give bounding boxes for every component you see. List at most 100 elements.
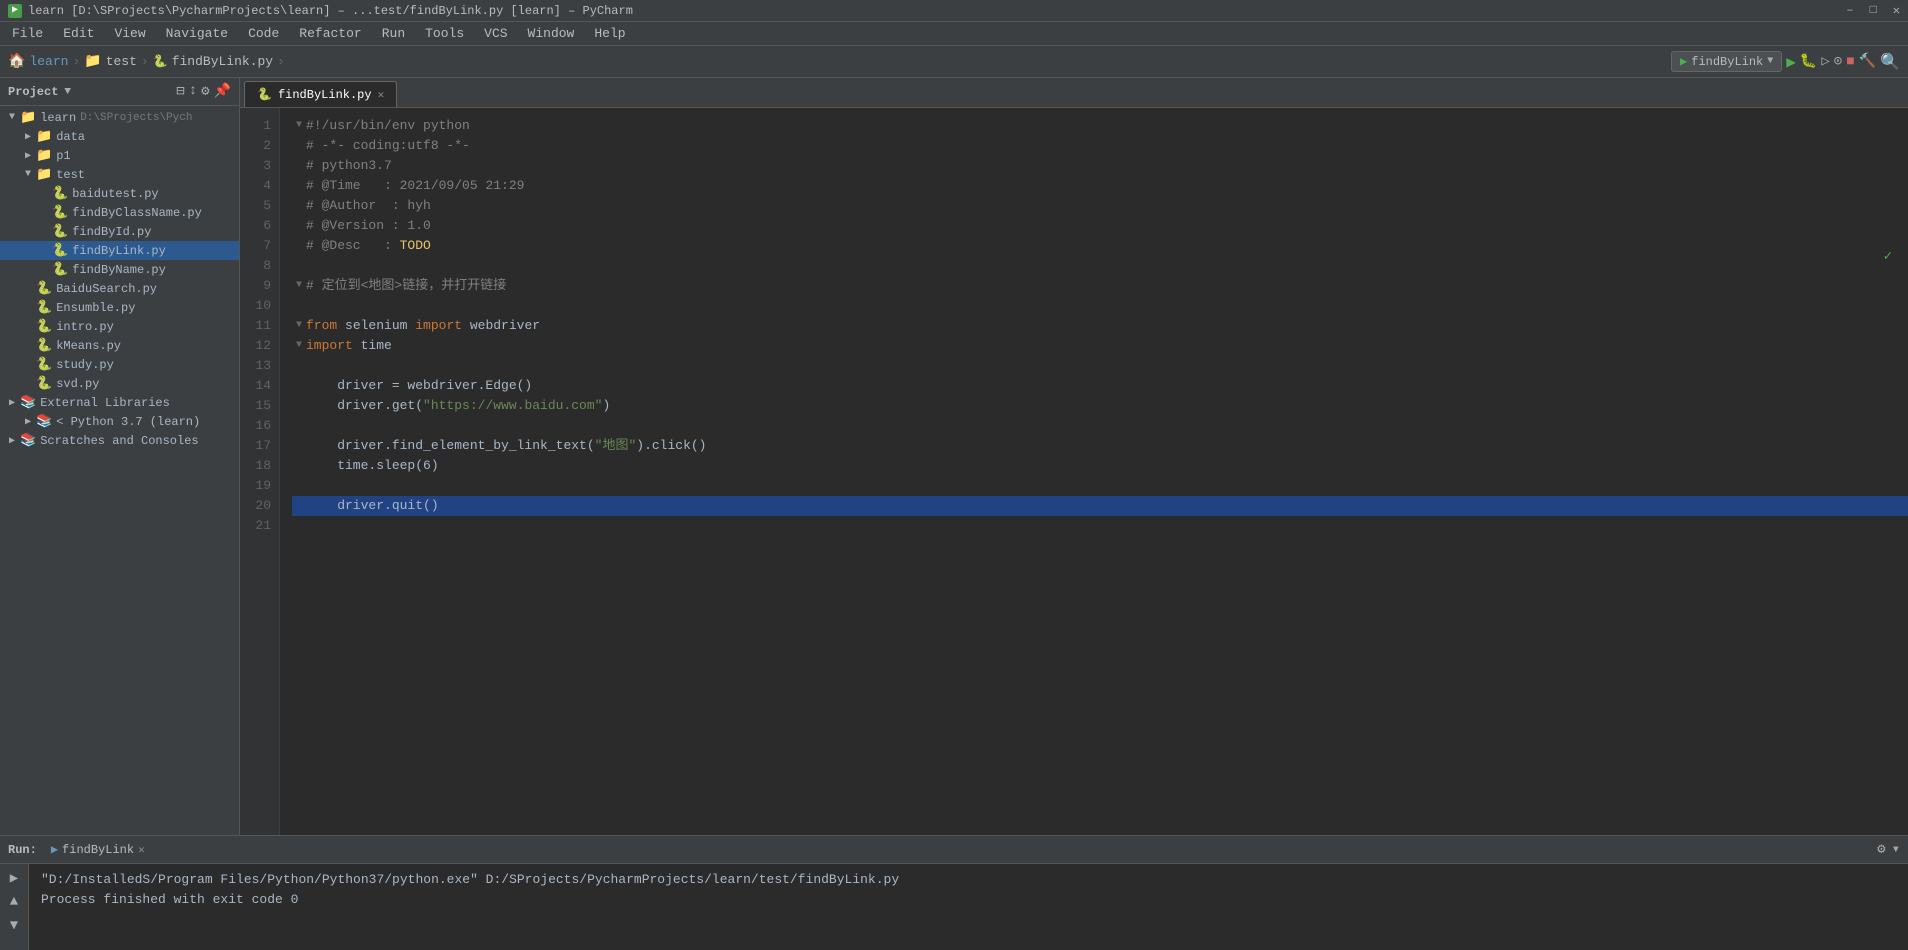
pin-icon[interactable]: 📌 <box>214 83 231 100</box>
tree-arrow[interactable]: ▼ <box>20 169 36 180</box>
fold-arrow-active[interactable]: ▼ <box>292 319 306 333</box>
menu-run[interactable]: Run <box>374 24 413 43</box>
tab-close-btn[interactable]: ✕ <box>378 88 385 102</box>
lib-icon: 📚 <box>20 395 36 410</box>
build-button[interactable]: 🔨 <box>1859 53 1876 70</box>
minimize-btn[interactable]: – <box>1846 3 1853 18</box>
breadcrumb-test[interactable]: test <box>106 54 137 69</box>
code-line <box>292 256 1908 276</box>
maximize-btn[interactable]: □ <box>1870 3 1877 18</box>
collapse-all-icon[interactable]: ⊟ <box>176 83 184 100</box>
code-line <box>292 516 1908 536</box>
rerun-btn[interactable]: ▶ <box>4 868 24 888</box>
debug-button[interactable]: 🐛 <box>1800 53 1817 70</box>
menu-tools[interactable]: Tools <box>417 24 472 43</box>
run-config-selector[interactable]: ▶ findByLink ▼ <box>1671 51 1782 72</box>
folder-icon: 📁 <box>36 167 52 182</box>
fold-arrow-empty <box>292 499 306 513</box>
code-line: ▼#!/usr/bin/env python <box>292 116 1908 136</box>
tree-item---python-3-7--learn-[interactable]: ▶📚< Python 3.7 (learn) <box>0 412 239 431</box>
fold-arrow-empty <box>292 399 306 413</box>
code-token: selenium <box>337 316 415 336</box>
menu-refactor[interactable]: Refactor <box>291 24 369 43</box>
tree-label: learn <box>40 111 76 125</box>
bottom-content: ▶ ▲ ▼ "D:/InstalledS/Program Files/Pytho… <box>0 864 1908 950</box>
tree-item-external-libraries[interactable]: ▶📚External Libraries <box>0 393 239 412</box>
tree-item-learn[interactable]: ▼📁 learn D:\SProjects\Pych <box>0 108 239 127</box>
profile-button[interactable]: ⊙ <box>1834 53 1842 70</box>
breadcrumb-learn[interactable]: learn <box>29 54 68 69</box>
tree-item-ensumble-py[interactable]: 🐍Ensumble.py <box>0 298 239 317</box>
sort-icon[interactable]: ↕ <box>189 83 197 100</box>
menu-file[interactable]: File <box>4 24 51 43</box>
menu-navigate[interactable]: Navigate <box>158 24 236 43</box>
menu-edit[interactable]: Edit <box>55 24 102 43</box>
menu-help[interactable]: Help <box>586 24 633 43</box>
tree-path: D:\SProjects\Pych <box>80 112 192 124</box>
code-area[interactable]: ▼#!/usr/bin/env python # -*- coding:utf8… <box>280 108 1908 835</box>
tree-arrow[interactable]: ▶ <box>20 131 36 143</box>
menu-view[interactable]: View <box>106 24 153 43</box>
tree-item-kmeans-py[interactable]: 🐍kMeans.py <box>0 336 239 355</box>
tree-arrow[interactable]: ▶ <box>20 416 36 428</box>
hide-panel-icon[interactable]: ▾ <box>1892 841 1900 858</box>
python-file-icon: 🐍 <box>52 205 68 220</box>
run-button[interactable]: ▶ <box>1786 52 1796 72</box>
tree-label: study.py <box>56 358 114 372</box>
tree-item-baidusearch-py[interactable]: 🐍BaiduSearch.py <box>0 279 239 298</box>
tree-arrow[interactable]: ▼ <box>4 112 20 123</box>
tree-item-intro-py[interactable]: 🐍intro.py <box>0 317 239 336</box>
nav-bar: 🏠 learn › 📁 test › 🐍 findByLink.py › ▶ f… <box>0 46 1908 78</box>
line-number: 14 <box>240 376 271 396</box>
tree-item-data[interactable]: ▶📁data <box>0 127 239 146</box>
fold-arrow-empty <box>292 259 306 273</box>
close-btn[interactable]: ✕ <box>1893 3 1900 18</box>
folder-icon: 📁 <box>20 110 36 125</box>
tree-item-findbyid-py[interactable]: 🐍findById.py <box>0 222 239 241</box>
run-config-dropdown-icon[interactable]: ▼ <box>1767 56 1773 67</box>
fold-arrow-active[interactable]: ▼ <box>292 119 306 133</box>
code-token: "https://www.baidu.com" <box>423 396 602 416</box>
fold-arrow-empty <box>292 519 306 533</box>
fold-arrow-active[interactable]: ▼ <box>292 339 306 353</box>
tree-item-scratches-and-consoles[interactable]: ▶📚Scratches and Consoles <box>0 431 239 450</box>
no-errors-checkmark: ✓ <box>1884 248 1892 265</box>
line-number: 21 <box>240 516 271 536</box>
tree-item-study-py[interactable]: 🐍 study.py <box>0 355 239 374</box>
tree-arrow[interactable]: ▶ <box>20 150 36 162</box>
tree-label: findByClassName.py <box>72 206 202 220</box>
fold-arrow-active[interactable]: ▼ <box>292 279 306 293</box>
tree-item-findbyname-py[interactable]: 🐍findByName.py <box>0 260 239 279</box>
tab-findByLink[interactable]: 🐍 findByLink.py ✕ <box>244 81 397 107</box>
bottom-tab-run[interactable]: ▶ findByLink ✕ <box>45 840 151 859</box>
scroll-down-btn[interactable]: ▼ <box>4 916 24 936</box>
bottom-tab-run-icon: ▶ <box>51 842 58 857</box>
code-token: import <box>415 316 462 336</box>
bottom-tab-close[interactable]: ✕ <box>138 843 145 857</box>
sidebar: Project ▼ ⊟ ↕ ⚙ 📌 ▼📁learnD:\SProjects\Py… <box>0 78 240 835</box>
breadcrumb-file[interactable]: findByLink.py <box>172 54 273 69</box>
menu-code[interactable]: Code <box>240 24 287 43</box>
editor[interactable]: 123456789101112131415161718192021 ▼#!/us… <box>240 108 1908 835</box>
tree-item-p1[interactable]: ▶📁p1 <box>0 146 239 165</box>
sidebar-dropdown-icon[interactable]: ▼ <box>64 86 71 98</box>
scroll-up-btn[interactable]: ▲ <box>4 892 24 912</box>
tree-item-findbyclassname-py[interactable]: 🐍 findByClassName.py <box>0 203 239 222</box>
tree-arrow[interactable]: ▶ <box>4 435 20 447</box>
tree-item-findbylink-py[interactable]: 🐍findByLink.py <box>0 241 239 260</box>
settings-gear-icon[interactable]: ⚙ <box>1877 841 1885 858</box>
coverage-button[interactable]: ▷ <box>1821 53 1829 70</box>
menu-window[interactable]: Window <box>520 24 583 43</box>
code-token: # @Desc : <box>306 236 400 256</box>
python-file-icon: 🐍 <box>36 357 52 372</box>
search-everywhere-icon[interactable]: 🔍 <box>1880 52 1900 72</box>
fold-arrow-empty <box>292 439 306 453</box>
tree-item-svd-py[interactable]: 🐍svd.py <box>0 374 239 393</box>
tree-item-baidutest-py[interactable]: 🐍baidutest.py <box>0 184 239 203</box>
menu-vcs[interactable]: VCS <box>476 24 515 43</box>
stop-button[interactable]: ■ <box>1846 54 1854 70</box>
tree-item-test[interactable]: ▼📁test <box>0 165 239 184</box>
tree-arrow[interactable]: ▶ <box>4 397 20 409</box>
output-line: "D:/InstalledS/Program Files/Python/Pyth… <box>41 870 1896 890</box>
settings-icon[interactable]: ⚙ <box>201 83 209 100</box>
